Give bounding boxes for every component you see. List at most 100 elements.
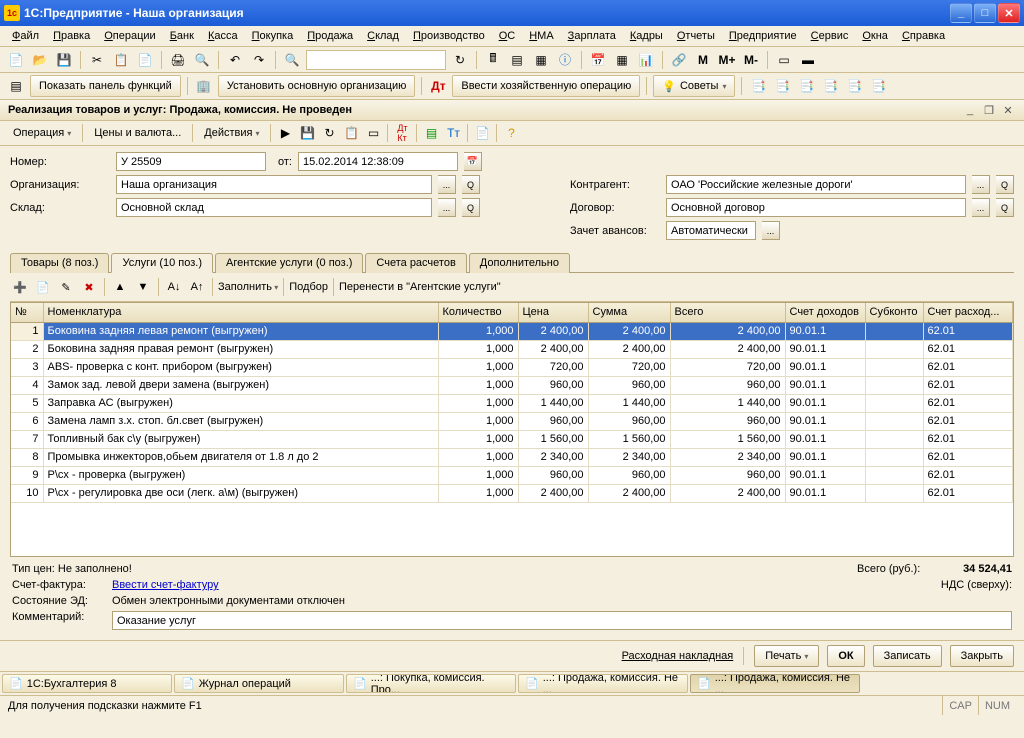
repost-icon[interactable]: ↻ <box>319 123 339 143</box>
grid-icon[interactable]: ▦ <box>612 50 632 70</box>
menu-item[interactable]: Операции <box>98 28 161 44</box>
tips-button[interactable]: 💡 Советы <box>653 75 735 97</box>
taskbar-item[interactable]: 📄Журнал операций <box>174 674 344 693</box>
column-header[interactable]: Счет доходов <box>785 303 865 322</box>
column-header[interactable]: Счет расход... <box>923 303 1013 322</box>
menu-item[interactable]: Склад <box>361 28 405 44</box>
comment-field[interactable]: Оказание услуг <box>112 611 1012 630</box>
report-icon[interactable]: 📄 <box>472 123 492 143</box>
org-select-button[interactable]: ... <box>438 175 456 194</box>
table-row[interactable]: 5Заправка АС (выгружен)1,0001 440,001 44… <box>11 394 1013 412</box>
selection-button[interactable]: Подбор <box>289 281 328 293</box>
tab[interactable]: Дополнительно <box>469 253 570 273</box>
table-row[interactable]: 7Топливный бак с\у (выгружен)1,0001 560,… <box>11 430 1013 448</box>
taskbar-item[interactable]: 📄...: Продажа, комиссия. Не ... <box>690 674 860 693</box>
doc-restore-button[interactable]: ❐ <box>981 103 997 117</box>
sort-asc-icon[interactable]: A↓ <box>164 277 184 297</box>
tab[interactable]: Товары (8 поз.) <box>10 253 109 273</box>
m-button[interactable]: M <box>693 50 713 70</box>
open-icon[interactable]: 📂 <box>30 50 50 70</box>
paste-icon[interactable]: 📄 <box>135 50 155 70</box>
print-button[interactable]: Печать <box>754 645 819 667</box>
close-doc-button[interactable]: Закрыть <box>950 645 1014 667</box>
services-table[interactable]: №НоменклатураКоличествоЦенаСуммаВсегоСче… <box>10 302 1014 557</box>
menu-item[interactable]: Сервис <box>805 28 855 44</box>
org-open-button[interactable]: Q <box>462 175 480 194</box>
operation-icon[interactable]: Дт <box>428 76 448 96</box>
minimize-button[interactable]: _ <box>950 3 972 23</box>
delete-row-icon[interactable]: ✖ <box>79 277 99 297</box>
column-header[interactable]: Субконто <box>865 303 923 322</box>
m-minus-button[interactable]: M- <box>741 50 761 70</box>
column-header[interactable]: Всего <box>670 303 785 322</box>
tab[interactable]: Счета расчетов <box>365 253 466 273</box>
copy-icon[interactable]: 📋 <box>111 50 131 70</box>
fill-button[interactable]: Заполнить <box>218 281 278 293</box>
chart-icon[interactable]: 📊 <box>636 50 656 70</box>
search-icon[interactable]: 🔍 <box>282 50 302 70</box>
table-row[interactable]: 3ABS- проверка с конт. прибором (выгруже… <box>11 358 1013 376</box>
calendar-button[interactable]: 📅 <box>464 152 482 171</box>
menu-item[interactable]: Кадры <box>624 28 669 44</box>
table-row[interactable]: 10Р\сх - регулировка две оси (легк. а\м)… <box>11 484 1013 502</box>
sort-desc-icon[interactable]: A↑ <box>187 277 207 297</box>
functions-panel-icon[interactable]: ▤ <box>6 76 26 96</box>
maximize-button[interactable]: □ <box>974 3 996 23</box>
save-icon[interactable]: 💾 <box>54 50 74 70</box>
enter-operation-button[interactable]: Ввести хозяйственную операцию <box>452 75 640 97</box>
report2-icon[interactable]: 📑 <box>772 76 792 96</box>
help-icon[interactable]: ? <box>501 123 521 143</box>
menu-item[interactable]: Правка <box>47 28 96 44</box>
menu-item[interactable]: Банк <box>164 28 200 44</box>
contract-field[interactable]: Основной договор <box>666 198 966 217</box>
redo-icon[interactable]: ↷ <box>249 50 269 70</box>
save-button[interactable]: Записать <box>873 645 942 667</box>
counterparty-field[interactable]: ОАО 'Российские железные дороги' <box>666 175 966 194</box>
advance-field[interactable]: Автоматически <box>666 221 756 240</box>
tab[interactable]: Услуги (10 поз.) <box>111 253 213 273</box>
new-icon[interactable]: 📄 <box>6 50 26 70</box>
show-functions-panel-button[interactable]: Показать панель функций <box>30 75 181 97</box>
report3-icon[interactable]: 📑 <box>796 76 816 96</box>
copy-row-icon[interactable]: 📄 <box>33 277 53 297</box>
move-to-agent-button[interactable]: Перенести в "Агентские услуги" <box>339 281 501 293</box>
warehouse-select-button[interactable]: ... <box>438 198 456 217</box>
menu-item[interactable]: Предприятие <box>723 28 803 44</box>
menu-item[interactable]: Покупка <box>246 28 300 44</box>
column-header[interactable]: Сумма <box>588 303 670 322</box>
set-org-button[interactable]: Установить основную организацию <box>218 75 416 97</box>
column-header[interactable]: Количество <box>438 303 518 322</box>
taskbar-item[interactable]: 📄1С:Бухгалтерия 8 <box>2 674 172 693</box>
edit-row-icon[interactable]: ✎ <box>56 277 76 297</box>
counterparty-open-button[interactable]: Q <box>996 175 1014 194</box>
report1-icon[interactable]: 📑 <box>748 76 768 96</box>
report5-icon[interactable]: 📑 <box>844 76 864 96</box>
menu-item[interactable]: Файл <box>6 28 45 44</box>
table-row[interactable]: 6Замена ламп з.х. стоп. бл.свет (выгруже… <box>11 412 1013 430</box>
contract-select-button[interactable]: ... <box>972 198 990 217</box>
number-field[interactable]: У 25509 <box>116 152 266 171</box>
counterparty-select-button[interactable]: ... <box>972 175 990 194</box>
preview-icon[interactable]: 🔍 <box>192 50 212 70</box>
column-header[interactable]: № <box>11 303 43 322</box>
operation-menu[interactable]: Операция <box>6 123 78 143</box>
menu-item[interactable]: Зарплата <box>562 28 622 44</box>
link-icon[interactable]: 🔗 <box>669 50 689 70</box>
column-header[interactable]: Цена <box>518 303 588 322</box>
warehouse-open-button[interactable]: Q <box>462 198 480 217</box>
table-row[interactable]: 4Замок зад. левой двери замена (выгружен… <box>11 376 1013 394</box>
report6-icon[interactable]: 📑 <box>868 76 888 96</box>
actions-menu[interactable]: Действия <box>197 123 266 143</box>
refresh-icon[interactable]: ↻ <box>450 50 470 70</box>
table-row[interactable]: 9Р\сх - проверка (выгружен)1,000960,0096… <box>11 466 1013 484</box>
contract-open-button[interactable]: Q <box>996 198 1014 217</box>
menu-item[interactable]: Производство <box>407 28 491 44</box>
form-icon[interactable]: ▭ <box>774 50 794 70</box>
save-doc-icon[interactable]: 💾 <box>297 123 317 143</box>
list-icon[interactable]: ▦ <box>531 50 551 70</box>
basis-icon[interactable]: 📋 <box>341 123 361 143</box>
menu-item[interactable]: Окна <box>856 28 894 44</box>
menu-item[interactable]: Отчеты <box>671 28 721 44</box>
tab[interactable]: Агентские услуги (0 поз.) <box>215 253 363 273</box>
create-invoice-link[interactable]: Ввести счет-фактуру <box>112 579 219 591</box>
